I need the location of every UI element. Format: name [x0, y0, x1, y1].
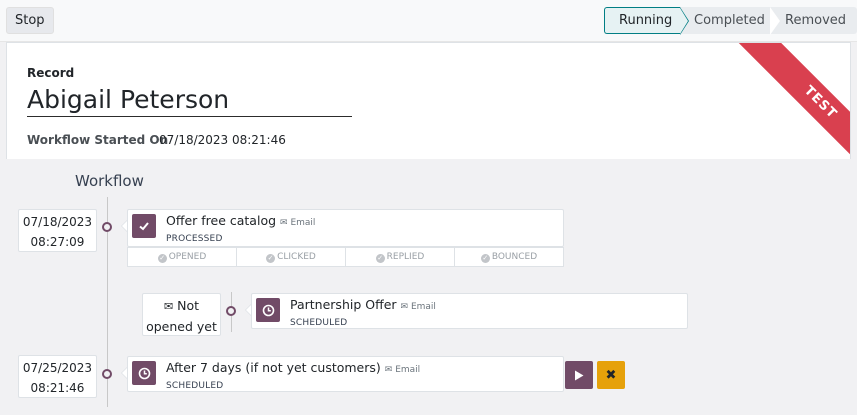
envelope-open-icon: ✉ — [163, 300, 174, 313]
activity-date: 07/18/2023 — [22, 215, 93, 229]
clock-icon — [256, 298, 280, 322]
ribbon-label: TEST — [728, 43, 850, 159]
activity-title[interactable]: After 7 days (if not yet customers) ✉ Ema… — [166, 360, 420, 375]
activity-card[interactable]: Offer free catalog ✉ Email PROCESSED — [121, 209, 564, 247]
trigger-box: ✉ Not opened yet — [142, 293, 221, 336]
play-icon — [575, 370, 584, 380]
envelope-icon: ✉ Email — [280, 218, 316, 228]
activity-date-box: 07/18/2023 08:27:09 — [18, 209, 97, 252]
test-ribbon: TEST — [720, 43, 850, 159]
timeline-dot — [102, 369, 112, 379]
stat-opened: ✓ OPENED — [128, 248, 237, 266]
cancel-activity-button[interactable]: ✖ — [597, 361, 625, 389]
activity-status: SCHEDULED — [290, 318, 348, 328]
stage-removed[interactable]: Removed — [770, 7, 857, 34]
activity-card[interactable]: Partnership Offer ✉ Email SCHEDULED — [245, 293, 688, 329]
activity-title[interactable]: Partnership Offer ✉ Email — [290, 297, 436, 312]
record-label: Record — [27, 66, 75, 80]
stop-button[interactable]: Stop — [6, 7, 54, 34]
activity-stats: ✓ OPENED ✓ CLICKED ✓ REPLIED ✓ BOUNCED — [127, 247, 564, 267]
stage-completed[interactable]: Completed — [680, 7, 780, 35]
check-icon — [132, 214, 156, 238]
stage-completed-label: Completed — [694, 13, 765, 28]
activity-title[interactable]: Offer free catalog ✉ Email — [166, 213, 315, 228]
envelope-icon: ✉ Email — [384, 365, 421, 375]
workflow-started-value: 07/18/2023 08:21:46 — [159, 133, 286, 147]
trigger-text: Not — [177, 298, 200, 313]
stat-replied: ✓ REPLIED — [346, 248, 455, 266]
activity-date: 07/25/2023 — [22, 361, 93, 375]
activity-status: SCHEDULED — [166, 381, 224, 391]
control-panel: Stop Running Completed Removed — [0, 0, 857, 42]
timeline-dot — [102, 222, 112, 232]
stage-removed-label: Removed — [785, 13, 847, 28]
execute-now-button[interactable] — [565, 361, 593, 389]
workflow-heading: Workflow — [75, 172, 144, 190]
clock-icon — [132, 361, 156, 385]
stat-clicked: ✓ CLICKED — [237, 248, 346, 266]
stage-statusbar: Running Completed Removed — [604, 7, 857, 35]
timeline-dot — [226, 306, 236, 316]
stage-running-label: Running — [619, 13, 673, 28]
activity-card[interactable]: After 7 days (if not yet customers) ✉ Ema… — [121, 356, 564, 392]
workflow-started-label: Workflow Started On — [27, 133, 169, 147]
record-name-field[interactable]: Abigail Peterson — [27, 83, 352, 117]
stage-running[interactable]: Running — [604, 7, 689, 35]
envelope-icon: ✉ Email — [400, 302, 436, 312]
trigger-text-2: opened yet — [146, 319, 217, 334]
activity-time: 08:27:09 — [30, 235, 85, 249]
activity-time: 08:21:46 — [30, 381, 85, 395]
activity-date-box: 07/25/2023 08:21:46 — [18, 355, 97, 398]
form-sheet: Record Abigail Peterson Workflow Started… — [6, 42, 851, 159]
stat-bounced: ✓ BOUNCED — [480, 252, 538, 263]
activity-status: PROCESSED — [166, 234, 223, 244]
times-icon: ✖ — [605, 367, 617, 383]
